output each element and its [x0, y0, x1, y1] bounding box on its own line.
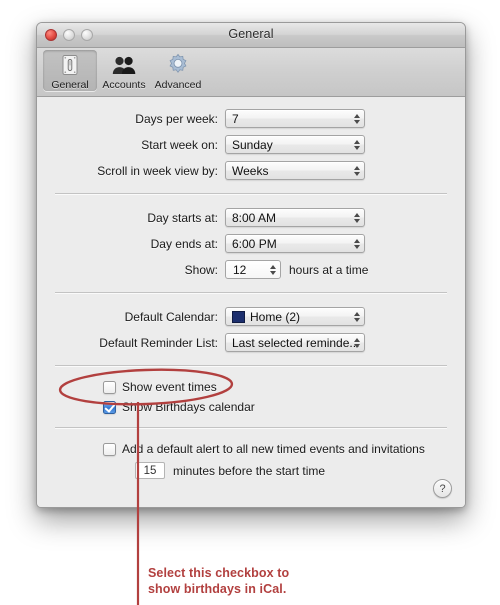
toolbar-label-accounts: Accounts	[102, 79, 146, 91]
checkbox-row-show-event-times[interactable]: Show event times	[37, 380, 465, 394]
select-days-per-week[interactable]: 7	[225, 109, 365, 128]
toolbar-label-advanced: Advanced	[154, 79, 202, 91]
window-titlebar: General	[37, 23, 465, 48]
form-row-day-starts-at: Day starts at: 8:00 AM	[37, 208, 465, 227]
preferences-window: General General Accounts Advanced Days p…	[36, 22, 466, 508]
stepper-show-hours-value: 12	[233, 262, 247, 277]
select-scroll-in-week-view-by-value: Weeks	[232, 163, 269, 178]
form-row-scroll-in-week-view-by: Scroll in week view by: Weeks	[37, 161, 465, 180]
toolbar-label-general: General	[51, 79, 89, 91]
stepper-arrows-icon	[354, 337, 360, 348]
separator-3	[55, 365, 447, 367]
form-row-default-reminder-list: Default Reminder List: Last selected rem…	[37, 333, 465, 352]
select-default-calendar-value: Home (2)	[250, 309, 301, 324]
help-button[interactable]: ?	[433, 479, 452, 498]
select-default-reminder-list[interactable]: Last selected reminde...	[225, 333, 365, 352]
label-start-week-on: Start week on:	[141, 137, 218, 152]
label-scroll-in-week-view-by: Scroll in week view by:	[97, 163, 218, 178]
select-start-week-on[interactable]: Sunday	[225, 135, 365, 154]
toolbar-item-general[interactable]: General	[43, 50, 97, 91]
label-day-ends-at: Day ends at:	[150, 236, 218, 251]
separator-1	[55, 193, 447, 195]
checkbox-show-event-times[interactable]	[103, 380, 116, 394]
select-day-ends-at[interactable]: 6:00 PM	[225, 234, 365, 253]
annotation-caption-line-2: show birthdays in iCal.	[148, 582, 287, 596]
form-row-default-calendar: Default Calendar: Home (2)	[37, 307, 465, 326]
stepper-arrows-icon	[354, 165, 360, 176]
calendar-color-swatch	[232, 310, 245, 323]
separator-2	[55, 292, 447, 294]
label-default-reminder-list: Default Reminder List:	[99, 335, 218, 350]
stepper-arrows-icon	[270, 264, 276, 275]
annotation-caption-line-1: Select this checkbox to	[148, 566, 290, 580]
toolbar-item-advanced[interactable]: Advanced	[151, 50, 205, 91]
label-hours-at-a-time: hours at a time	[289, 262, 369, 277]
window-title: General	[228, 27, 274, 41]
label-default-calendar: Default Calendar:	[124, 309, 218, 324]
form-row-day-ends-at: Day ends at: 6:00 PM	[37, 234, 465, 253]
checkbox-row-show-birthdays-calendar[interactable]: Show Birthdays calendar	[37, 400, 465, 414]
stepper-show-hours[interactable]: 12	[225, 260, 281, 279]
separator-4	[55, 427, 447, 429]
label-show-hours: Show:	[184, 262, 218, 277]
stepper-arrows-icon	[354, 139, 360, 150]
checkbox-show-birthdays-calendar[interactable]	[103, 400, 116, 414]
annotation-caption: Select this checkbox to show birthdays i…	[148, 565, 289, 597]
select-default-calendar[interactable]: Home (2)	[225, 307, 365, 326]
stepper-arrows-icon	[354, 113, 360, 124]
label-days-per-week: Days per week:	[135, 111, 218, 126]
default-alert-minutes-row: 15 minutes before the start time	[37, 462, 465, 479]
people-icon	[111, 52, 137, 78]
label-minutes-before-start: minutes before the start time	[173, 463, 326, 478]
select-scroll-in-week-view-by[interactable]: Weeks	[225, 161, 365, 180]
stepper-arrows-icon	[354, 212, 360, 223]
form-row-show-hours: Show: 12 hours at a time	[37, 260, 465, 279]
checkbox-row-default-alert[interactable]: Add a default alert to all new timed eve…	[37, 442, 465, 456]
checkbox-label-show-birthdays-calendar: Show Birthdays calendar	[122, 400, 255, 414]
switch-plate-icon	[58, 52, 82, 78]
select-day-starts-at[interactable]: 8:00 AM	[225, 208, 365, 227]
stepper-arrows-icon	[354, 311, 360, 322]
select-default-reminder-list-value: Last selected reminde...	[232, 335, 360, 350]
toolbar-item-accounts[interactable]: Accounts	[97, 50, 151, 91]
checkbox-label-show-event-times: Show event times	[122, 380, 217, 394]
select-start-week-on-value: Sunday	[232, 137, 273, 152]
form-row-start-week-on: Start week on: Sunday	[37, 135, 465, 154]
general-preferences-pane: Days per week: 7 Start week on: Sunday S…	[37, 97, 465, 507]
select-day-ends-at-value: 6:00 PM	[232, 236, 277, 251]
checkbox-label-default-alert: Add a default alert to all new timed eve…	[122, 442, 425, 456]
checkbox-default-alert[interactable]	[103, 442, 116, 456]
form-row-days-per-week: Days per week: 7	[37, 109, 465, 128]
gear-icon	[165, 52, 191, 78]
stepper-arrows-icon	[354, 238, 360, 249]
select-day-starts-at-value: 8:00 AM	[232, 210, 277, 225]
toolbar: General Accounts Advanced	[37, 48, 465, 97]
label-day-starts-at: Day starts at:	[147, 210, 218, 225]
input-alert-minutes[interactable]: 15	[135, 462, 165, 479]
select-days-per-week-value: 7	[232, 111, 239, 126]
